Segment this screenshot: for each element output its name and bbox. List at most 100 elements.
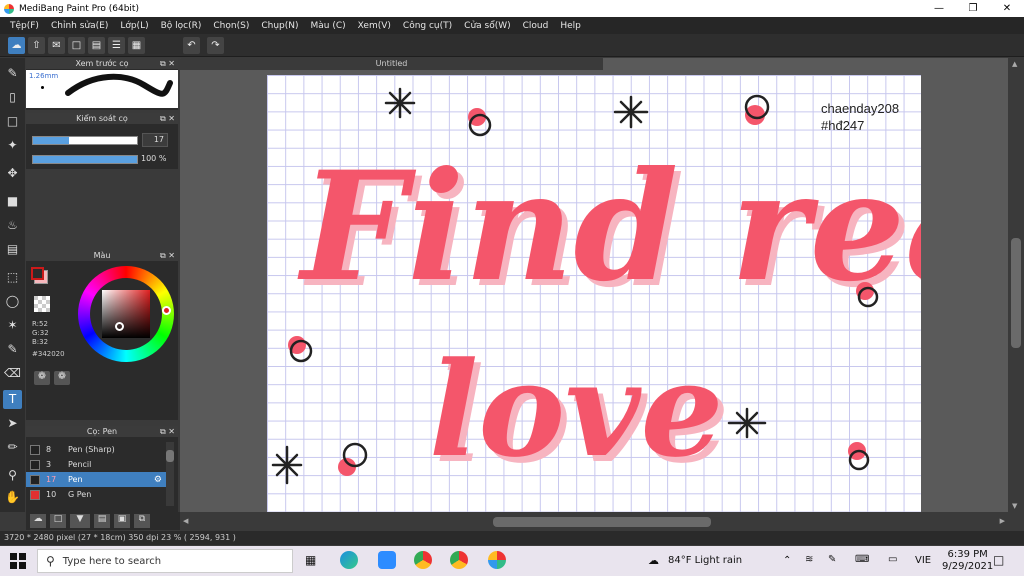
eyedropper-icon[interactable]: ⚲ xyxy=(3,466,22,485)
brush-item[interactable]: 10 G Pen xyxy=(26,487,166,502)
menu-filter[interactable]: Bộ lọc(R) xyxy=(155,21,208,31)
opacity-slider[interactable] xyxy=(32,155,138,164)
windows-start-icon[interactable] xyxy=(10,553,26,569)
new-brush-icon[interactable]: □ xyxy=(50,514,66,528)
text-tool-icon[interactable]: T xyxy=(3,390,22,409)
menu-color[interactable]: Màu (C) xyxy=(305,21,352,31)
operation-tool-icon[interactable]: ➤ xyxy=(3,414,22,433)
brush-tool-icon[interactable]: ✎ xyxy=(3,64,22,83)
taskbar-search[interactable]: ⚲ Type here to search xyxy=(37,549,293,573)
brush-list: 8 Pen (Sharp) 3 Pencil 17 Pen ⚙ 10 G Pen xyxy=(26,442,166,502)
vertical-scroll-thumb[interactable] xyxy=(1011,238,1021,348)
weather-text[interactable]: 84°F Light rain xyxy=(668,555,742,566)
grid-icon[interactable]: ▦ xyxy=(128,37,145,54)
select-rect-icon[interactable]: ⬚ xyxy=(3,268,22,287)
copy-icon[interactable]: ⧉ xyxy=(134,514,150,528)
saturation-square[interactable] xyxy=(102,290,150,338)
chevron-up-icon[interactable]: ⌃ xyxy=(783,555,791,566)
pen-icon[interactable]: ✎ xyxy=(828,554,836,565)
brush-item[interactable]: 3 Pencil xyxy=(26,457,166,472)
comment-icon[interactable]: ✉ xyxy=(48,37,65,54)
cloud-icon[interactable]: ☁ xyxy=(8,37,25,54)
document-tab[interactable]: Untitled xyxy=(180,57,603,70)
medibang-taskbar-icon[interactable] xyxy=(488,551,506,569)
divide-tool-icon[interactable]: ✏ xyxy=(3,438,22,457)
scroll-left-icon[interactable]: ◀ xyxy=(183,517,188,525)
eraser-tool-icon[interactable]: ▯ xyxy=(3,88,22,107)
color-picker-cursor[interactable] xyxy=(115,322,124,331)
cloud-brush-icon[interactable]: ☁ xyxy=(30,514,46,528)
size-value[interactable]: 17 xyxy=(142,133,168,147)
smudge-tool-icon[interactable]: ✦ xyxy=(3,136,22,155)
chrome-profile-icon[interactable] xyxy=(450,551,468,569)
menu-view[interactable]: Xem(V) xyxy=(352,21,397,31)
hand-tool-icon[interactable]: ✋ xyxy=(3,488,22,507)
redo-icon[interactable]: ↷ xyxy=(207,37,224,54)
menu-window[interactable]: Cửa sổ(W) xyxy=(458,21,516,31)
add-brush-icon[interactable]: ▼ xyxy=(70,514,90,528)
brush-item[interactable]: 8 Pen (Sharp) xyxy=(26,442,166,457)
brush-file-icon[interactable]: ▤ xyxy=(94,514,110,528)
hue-ring[interactable] xyxy=(78,266,174,362)
palette-icon[interactable]: ❁ xyxy=(34,371,50,385)
scroll-right-icon[interactable]: ▶ xyxy=(1000,517,1005,525)
brush-list-scrollbar[interactable] xyxy=(166,442,174,506)
zoom-icon[interactable] xyxy=(378,551,396,569)
scroll-up-icon[interactable]: ▲ xyxy=(1012,60,1017,68)
lasso-icon[interactable]: ◯ xyxy=(3,292,22,311)
hue-cursor[interactable] xyxy=(162,306,171,315)
magic-wand-icon[interactable]: ✶ xyxy=(3,316,22,335)
undo-icon[interactable]: ↶ xyxy=(183,37,200,54)
size-slider[interactable] xyxy=(32,136,138,145)
gradient-tool-icon[interactable]: ▤ xyxy=(3,240,22,259)
panel-undock-icon[interactable]: ⧉ ✕ xyxy=(160,426,175,437)
close-button[interactable]: ✕ xyxy=(990,0,1024,17)
horizontal-scroll-thumb[interactable] xyxy=(493,517,711,527)
menu-capture[interactable]: Chụp(N) xyxy=(255,21,304,31)
menu-file[interactable]: Tệp(F) xyxy=(4,21,45,31)
clock-date: 9/29/2021 xyxy=(942,561,994,572)
select-eraser-icon[interactable]: ⌫ xyxy=(3,364,22,383)
gear-icon[interactable]: ⚙ xyxy=(154,475,162,485)
menu-select[interactable]: Chọn(S) xyxy=(207,21,255,31)
maximize-button[interactable]: ❐ xyxy=(956,0,990,17)
menu-edit[interactable]: Chỉnh sửa(E) xyxy=(45,21,114,31)
vertical-scrollbar[interactable]: ▲ ▼ xyxy=(1008,58,1024,512)
edge-icon[interactable] xyxy=(340,551,358,569)
share-icon[interactable]: ⇧ xyxy=(28,37,45,54)
weather-icon: ☁ xyxy=(648,554,659,567)
menu-layer[interactable]: Lớp(L) xyxy=(114,21,154,31)
language-indicator[interactable]: VIE xyxy=(915,555,931,566)
menu-cloud[interactable]: Cloud xyxy=(517,21,555,31)
panel-undock-icon[interactable]: ⧉ ✕ xyxy=(160,58,175,69)
menu-tools[interactable]: Công cụ(T) xyxy=(397,21,458,31)
move-tool-icon[interactable]: ✥ xyxy=(3,164,22,183)
menu-help[interactable]: Help xyxy=(554,21,587,31)
wifi-icon[interactable]: ≋ xyxy=(805,554,813,565)
display-icon[interactable]: ▭ xyxy=(888,554,897,565)
artwork-line1: Find real xyxy=(297,139,921,315)
brush-item-selected[interactable]: 17 Pen ⚙ xyxy=(26,472,166,487)
drawing-canvas[interactable]: Find real love Find real love chaenday20… xyxy=(267,75,921,512)
color-history-icon[interactable]: ❁ xyxy=(54,371,70,385)
scroll-down-icon[interactable]: ▼ xyxy=(1012,502,1017,510)
minimize-button[interactable]: — xyxy=(922,0,956,17)
fill-rect-tool-icon[interactable]: ■ xyxy=(3,192,22,211)
bucket-tool-icon[interactable]: ♨ xyxy=(3,216,22,235)
task-view-icon[interactable]: ▦ xyxy=(305,553,316,567)
keyboard-icon[interactable]: ⌨ xyxy=(855,554,869,565)
panel-undock-icon[interactable]: ⧉ ✕ xyxy=(160,250,175,261)
notifications-icon[interactable]: □ xyxy=(993,553,1004,567)
select-pen-icon[interactable]: ✎ xyxy=(3,340,22,359)
folder-icon[interactable]: ▣ xyxy=(114,514,130,528)
document-icon[interactable]: ▤ xyxy=(88,37,105,54)
list-icon[interactable]: ☰ xyxy=(108,37,125,54)
primary-color-swatch[interactable] xyxy=(31,267,44,280)
panel-undock-icon[interactable]: ⧉ ✕ xyxy=(160,113,175,124)
horizontal-scrollbar[interactable]: ◀ ▶ xyxy=(180,515,1008,529)
transparent-color-swatch[interactable] xyxy=(34,296,50,312)
page-icon[interactable]: □ xyxy=(68,37,85,54)
clock[interactable]: 6:39 PM 9/29/2021 xyxy=(942,549,993,573)
rect-tool-icon[interactable]: □ xyxy=(3,112,22,131)
chrome-icon[interactable] xyxy=(414,551,432,569)
